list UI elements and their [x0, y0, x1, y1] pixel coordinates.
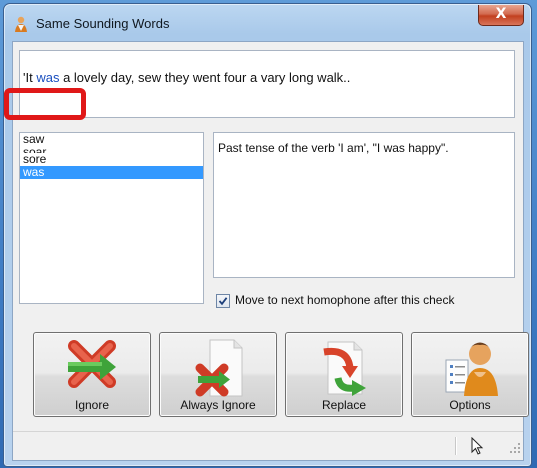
options-icon	[440, 338, 500, 402]
sentence-highlighted-word: was	[36, 70, 60, 85]
replace-icon	[314, 338, 374, 402]
window-title: Same Sounding Words	[36, 16, 170, 31]
dialog-window: Same Sounding Words X 'It was a lovely d…	[3, 3, 532, 467]
list-item[interactable]: saw	[20, 133, 203, 146]
replace-label: Replace	[321, 398, 367, 412]
move-next-label: Move to next homophone after this check	[235, 293, 455, 307]
always-ignore-button[interactable]: Always Ignore	[159, 332, 277, 417]
ignore-button[interactable]: Ignore	[33, 332, 151, 417]
move-next-checkbox[interactable]	[216, 294, 230, 308]
ignore-icon	[62, 338, 122, 398]
status-bar	[13, 431, 523, 460]
options-button[interactable]: Options	[411, 332, 529, 417]
list-item[interactable]: sore	[20, 153, 203, 166]
homophone-list[interactable]: saw soar sore was	[19, 132, 204, 304]
options-label: Options	[449, 398, 491, 412]
replace-button[interactable]: Replace	[285, 332, 403, 417]
sentence-before: 'It	[23, 70, 37, 85]
sentence-text-box[interactable]: 'It was a lovely day, sew they went four…	[19, 50, 515, 118]
status-separator	[455, 437, 457, 455]
cursor-icon	[469, 436, 487, 461]
checkmark-icon	[218, 297, 228, 306]
annotation-highlight-frame	[4, 88, 86, 120]
dialog-client-area: 'It was a lovely day, sew they went four…	[12, 41, 529, 461]
title-bar[interactable]: Same Sounding Words X	[4, 4, 531, 44]
always-ignore-icon	[188, 338, 248, 402]
always-ignore-label: Always Ignore	[180, 398, 256, 412]
close-button[interactable]: X	[478, 5, 524, 26]
definition-text-box[interactable]: Past tense of the verb 'I am', "I was ha…	[213, 132, 515, 278]
list-item[interactable]: soar	[20, 146, 203, 153]
list-item-selected[interactable]: was	[20, 166, 203, 179]
sentence-after: a lovely day, sew they went four a vary …	[59, 70, 351, 85]
ignore-label: Ignore	[74, 398, 110, 412]
app-icon	[12, 15, 30, 33]
size-grip-icon[interactable]	[509, 439, 521, 458]
